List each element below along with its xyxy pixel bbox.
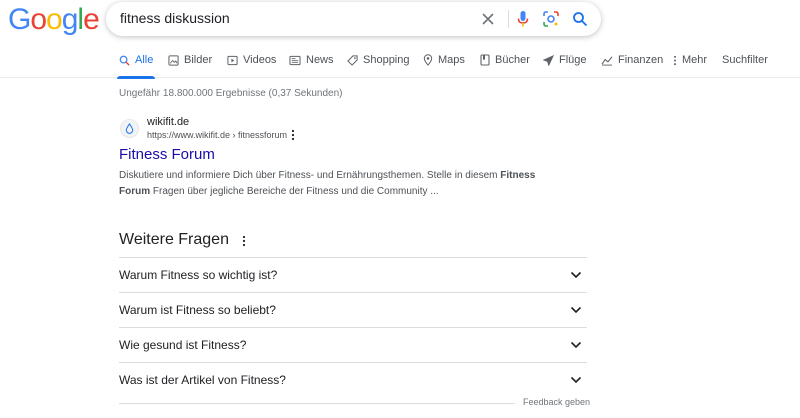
tab-label: News <box>306 54 334 66</box>
tab-label: Shopping <box>363 54 410 66</box>
paa-heading: Weitere Fragen <box>119 231 229 248</box>
finance-icon <box>601 55 613 66</box>
tag-icon <box>347 54 358 66</box>
result-site-name[interactable]: wikifit.de <box>147 116 189 128</box>
lens-icon[interactable] <box>541 9 561 29</box>
paa-question-text: Was ist der Artikel von Fitness? <box>119 373 286 387</box>
tab-label: Alle <box>135 54 154 66</box>
search-icon <box>119 55 130 66</box>
search-icon[interactable] <box>570 9 590 29</box>
paa-question[interactable]: Was ist der Artikel von Fitness? <box>119 363 587 398</box>
tab-maps[interactable]: Maps <box>423 54 465 66</box>
search-input[interactable]: fitness diskussion <box>120 10 230 26</box>
plane-icon <box>543 54 554 66</box>
tab-finanzen[interactable]: Finanzen <box>601 54 663 66</box>
paa-question[interactable]: Warum ist Fitness so beliebt? <box>119 293 587 328</box>
tab-label: Bücher <box>495 54 530 66</box>
paa-menu-icon[interactable] <box>240 233 248 249</box>
result-url[interactable]: https://www.wikifit.de › fitnessforum <box>147 130 287 140</box>
logo-letter: o <box>30 3 47 36</box>
chevron-down-icon <box>569 268 583 282</box>
paa-question[interactable]: Warum Fitness so wichtig ist? <box>119 258 587 293</box>
close-icon[interactable] <box>478 9 498 29</box>
tab-mehr[interactable]: Mehr <box>673 54 707 66</box>
tab-shopping[interactable]: Shopping <box>347 54 410 66</box>
book-icon <box>480 54 490 66</box>
tab-label: Mehr <box>682 54 708 66</box>
search-box[interactable]: fitness diskussion <box>106 2 601 36</box>
snippet-text: Fragen über jegliche Bereiche der Fitnes… <box>150 186 439 197</box>
news-icon <box>289 55 301 65</box>
paa-question[interactable]: Wie gesund ist Fitness? <box>119 328 587 363</box>
tab-news[interactable]: News <box>289 54 334 66</box>
paa-question-text: Warum Fitness so wichtig ist? <box>119 268 278 282</box>
result-title-link[interactable]: Fitness Forum <box>119 146 215 163</box>
image-icon <box>168 54 179 66</box>
result-snippet: Diskutiere und informiere Dich über Fitn… <box>119 168 559 200</box>
paa-question-text: Wie gesund ist Fitness? <box>119 338 247 352</box>
tab-videos[interactable]: Videos <box>227 54 276 66</box>
active-tab-indicator <box>117 76 155 79</box>
more-icon <box>673 55 677 65</box>
snippet-text: Diskutiere und informiere Dich über Fitn… <box>119 170 501 181</box>
tab-fluege[interactable]: Flüge <box>543 54 587 66</box>
paa-list: Warum Fitness so wichtig ist? Warum ist … <box>119 257 587 398</box>
tools-button[interactable]: Suchfilter <box>722 54 768 66</box>
video-icon <box>227 55 238 65</box>
feedback-link[interactable]: Feedback geben <box>523 397 590 407</box>
result-stats: Ungefähr 18.800.000 Ergebnisse (0,37 Sek… <box>119 88 343 99</box>
logo-letter: g <box>61 3 79 36</box>
search-tabs: Alle Bilder Videos News Shopping Maps Bü… <box>0 46 800 79</box>
tab-alle[interactable]: Alle <box>119 54 153 66</box>
google-logo[interactable]: Google <box>8 3 100 36</box>
logo-letter: o <box>46 3 63 36</box>
chevron-down-icon <box>569 303 583 317</box>
chevron-down-icon <box>569 338 583 352</box>
tools-label: Suchfilter <box>722 54 768 66</box>
paa-question-text: Warum ist Fitness so beliebt? <box>119 303 276 317</box>
tab-bilder[interactable]: Bilder <box>168 54 212 66</box>
tab-label: Flüge <box>559 54 587 66</box>
result-menu-icon[interactable] <box>289 128 297 142</box>
logo-letter: e <box>83 3 100 36</box>
snippet-bold: Forum <box>119 186 151 197</box>
tab-label: Finanzen <box>618 54 664 66</box>
microphone-icon[interactable] <box>513 9 533 29</box>
tab-label: Maps <box>438 54 465 66</box>
tab-label: Videos <box>243 54 277 66</box>
droplet-icon <box>125 123 134 134</box>
tab-buecher[interactable]: Bücher <box>480 54 530 66</box>
tab-label: Bilder <box>184 54 213 66</box>
paa-bottom-divider <box>119 403 515 404</box>
search-divider <box>508 10 509 28</box>
map-pin-icon <box>423 54 433 66</box>
snippet-bold: Fitness <box>500 170 536 181</box>
logo-letter: G <box>8 3 31 36</box>
chevron-down-icon <box>569 373 583 387</box>
site-favicon[interactable] <box>120 119 139 138</box>
